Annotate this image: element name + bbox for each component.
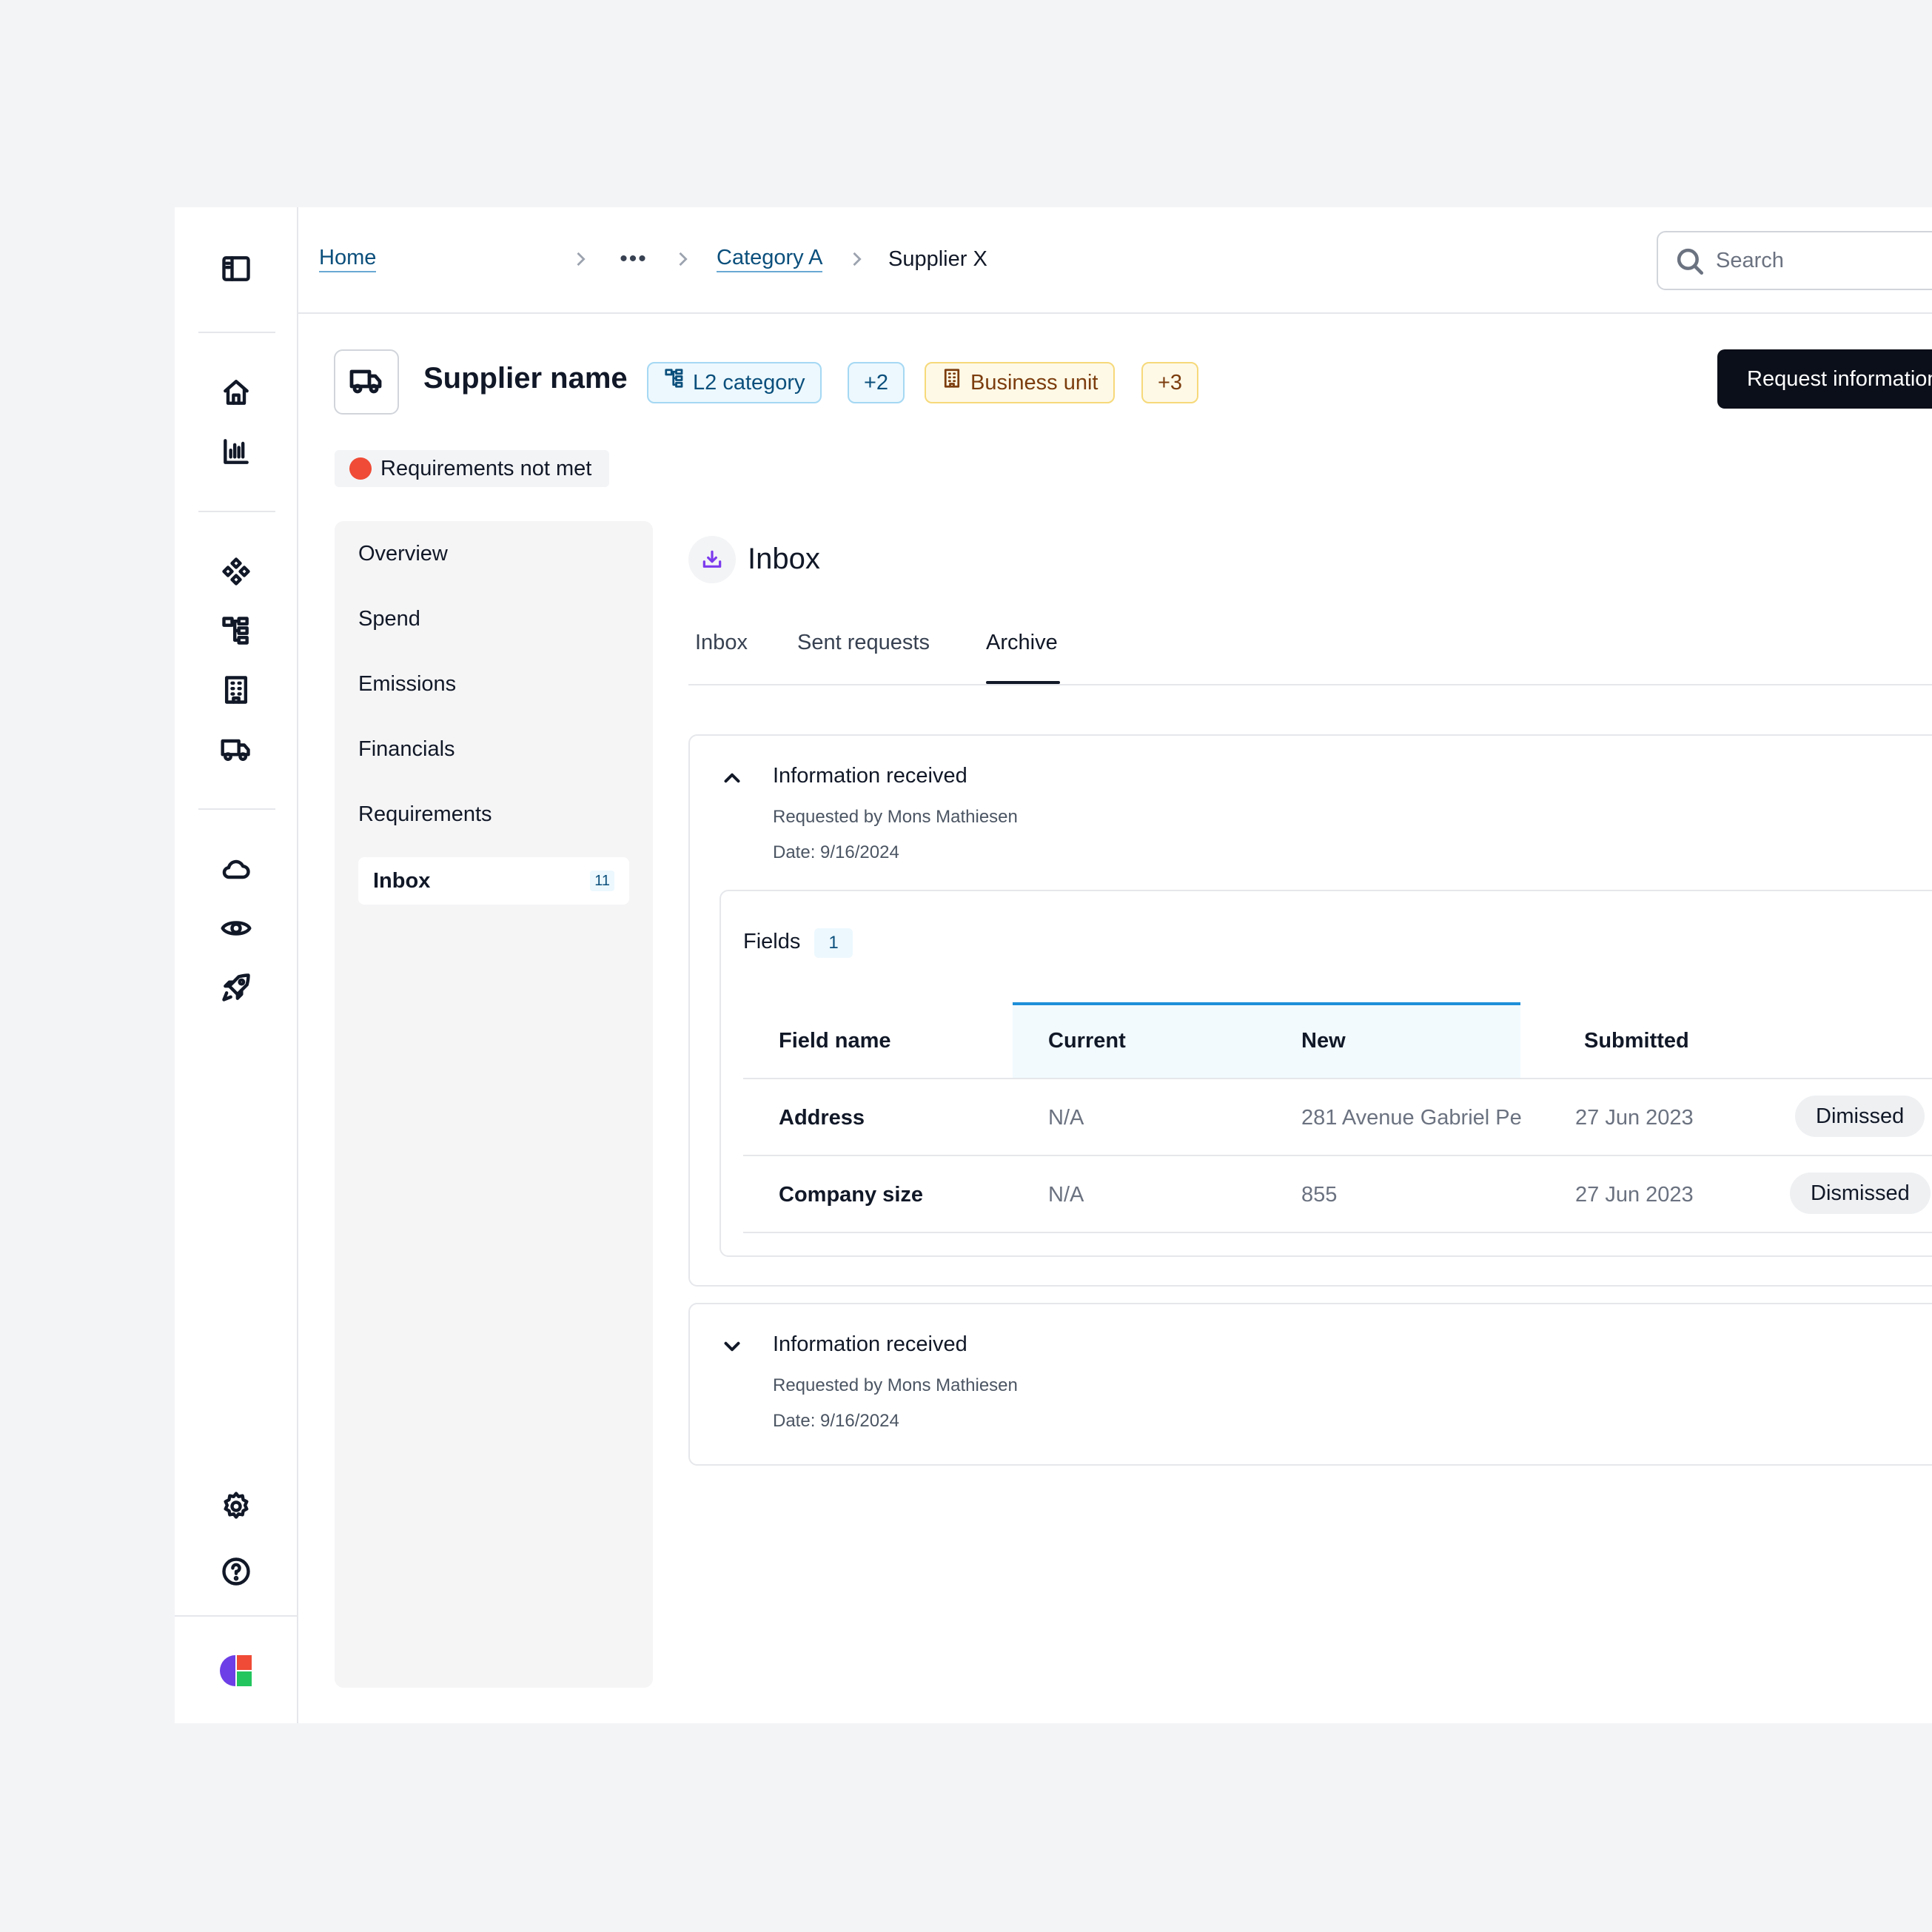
- icon-rail: [175, 207, 298, 1723]
- column-header-current: Current: [1048, 1029, 1126, 1053]
- active-tab-indicator: [986, 681, 1060, 684]
- hierarchy-icon: [663, 363, 685, 402]
- breadcrumb-current: Supplier X: [888, 247, 987, 271]
- cloud-icon[interactable]: [218, 851, 255, 888]
- fields-panel: Fields 1 Field name Current New Submitte…: [720, 890, 1932, 1257]
- components-icon[interactable]: [218, 553, 255, 590]
- nav-item-label: Inbox: [373, 868, 431, 893]
- tag-business-unit[interactable]: Business unit: [925, 362, 1115, 403]
- home-icon[interactable]: [218, 374, 255, 411]
- card-requested-by: Requested by Mons Mathiesen: [773, 807, 1018, 827]
- hierarchy-icon[interactable]: [218, 612, 255, 649]
- tag-label: L2 category: [693, 371, 805, 395]
- column-header-new: New: [1301, 1029, 1346, 1053]
- inbox-count-badge: 11: [590, 871, 614, 891]
- message-card: Information received Requested by Mons M…: [688, 1303, 1932, 1466]
- status-label: Requirements not met: [380, 456, 592, 480]
- rail-divider: [175, 1615, 298, 1617]
- truck-icon[interactable]: [218, 731, 255, 768]
- status-dot: [349, 457, 372, 480]
- chevron-down-icon[interactable]: [720, 1334, 745, 1359]
- page-title: Inbox: [748, 543, 820, 575]
- fields-count-badge: 1: [814, 928, 853, 958]
- supplier-avatar: [334, 349, 399, 415]
- rail-divider: [198, 808, 275, 810]
- bar-chart-icon[interactable]: [218, 433, 255, 470]
- cell-field-name: Company size: [779, 1183, 923, 1207]
- nav-item-requirements[interactable]: Requirements: [358, 802, 492, 827]
- row-divider: [743, 1078, 1932, 1079]
- rail-divider: [198, 332, 275, 333]
- nav-item-emissions[interactable]: Emissions: [358, 672, 456, 697]
- card-requested-by: Requested by Mons Mathiesen: [773, 1375, 1018, 1395]
- help-icon[interactable]: [218, 1553, 255, 1590]
- rocket-icon[interactable]: [218, 969, 255, 1006]
- chevron-right-icon: [846, 249, 867, 269]
- chevron-right-icon: [672, 249, 693, 269]
- brand-logo: [218, 1652, 255, 1689]
- gear-icon[interactable]: [218, 1488, 255, 1525]
- breadcrumb-category[interactable]: Category A: [717, 244, 823, 272]
- cell-new: 281 Avenue Gabriel Pe: [1301, 1106, 1522, 1130]
- tag-l2-category[interactable]: L2 category: [647, 362, 822, 403]
- column-header-field-name: Field name: [779, 1029, 891, 1053]
- row-divider: [743, 1232, 1932, 1233]
- card-date: Date: 9/16/2024: [773, 842, 899, 862]
- nav-item-spend[interactable]: Spend: [358, 607, 420, 631]
- cell-new: 855: [1301, 1183, 1338, 1207]
- card-date: Date: 9/16/2024: [773, 1411, 899, 1431]
- tab-sent-requests[interactable]: Sent requests: [797, 631, 930, 655]
- request-information-button[interactable]: Request information: [1717, 349, 1932, 409]
- nav-item-overview[interactable]: Overview: [358, 542, 448, 566]
- search-icon: [1674, 246, 1705, 277]
- top-bar: Home ••• Category A Supplier X Search ⌘ …: [298, 207, 1932, 314]
- card-title: Information received: [773, 764, 967, 788]
- status-pill: Dismissed: [1790, 1173, 1931, 1214]
- chevron-up-icon[interactable]: [720, 765, 745, 791]
- tab-archive[interactable]: Archive: [986, 631, 1058, 655]
- search-input[interactable]: Search ⌘ K: [1657, 231, 1932, 290]
- tag-more-units[interactable]: +3: [1141, 362, 1199, 403]
- chevron-right-icon: [570, 249, 591, 269]
- status-pill: Dimissed: [1795, 1096, 1925, 1137]
- cell-submitted: 27 Jun 2023: [1575, 1106, 1694, 1130]
- tag-more-categories[interactable]: +2: [848, 362, 905, 403]
- breadcrumb-home[interactable]: Home: [319, 244, 377, 272]
- cell-current: N/A: [1048, 1106, 1084, 1130]
- building-icon[interactable]: [218, 671, 255, 708]
- inbox-download-icon: [688, 536, 736, 583]
- tab-inbox[interactable]: Inbox: [695, 631, 748, 655]
- status-badge: Requirements not met: [335, 450, 610, 487]
- message-card: Information received Requested by Mons M…: [688, 734, 1932, 1287]
- row-divider: [743, 1155, 1932, 1156]
- card-title: Information received: [773, 1332, 967, 1356]
- cell-field-name: Address: [779, 1106, 865, 1130]
- tag-label: Business unit: [970, 371, 1099, 395]
- breadcrumb-more[interactable]: •••: [619, 246, 648, 271]
- nav-item-inbox[interactable]: Inbox 11: [358, 857, 629, 905]
- rail-divider: [198, 511, 275, 512]
- sidebar-toggle-icon[interactable]: [218, 250, 255, 287]
- cell-submitted: 27 Jun 2023: [1575, 1183, 1694, 1207]
- eye-icon[interactable]: [218, 910, 255, 947]
- fields-label: Fields: [743, 930, 801, 953]
- column-header-submitted: Submitted: [1584, 1029, 1689, 1053]
- search-placeholder: Search: [1716, 249, 1784, 272]
- truck-icon: [349, 363, 384, 402]
- app-window: Home ••• Category A Supplier X Search ⌘ …: [175, 207, 1932, 1723]
- cell-current: N/A: [1048, 1183, 1084, 1207]
- building-icon: [941, 363, 963, 402]
- supplier-name: Supplier name: [423, 362, 628, 395]
- inbox-tabs: Inbox Sent requests Archive: [688, 607, 1932, 685]
- nav-item-financials[interactable]: Financials: [358, 737, 455, 762]
- section-nav: Overview Spend Emissions Financials Requ…: [335, 521, 653, 1688]
